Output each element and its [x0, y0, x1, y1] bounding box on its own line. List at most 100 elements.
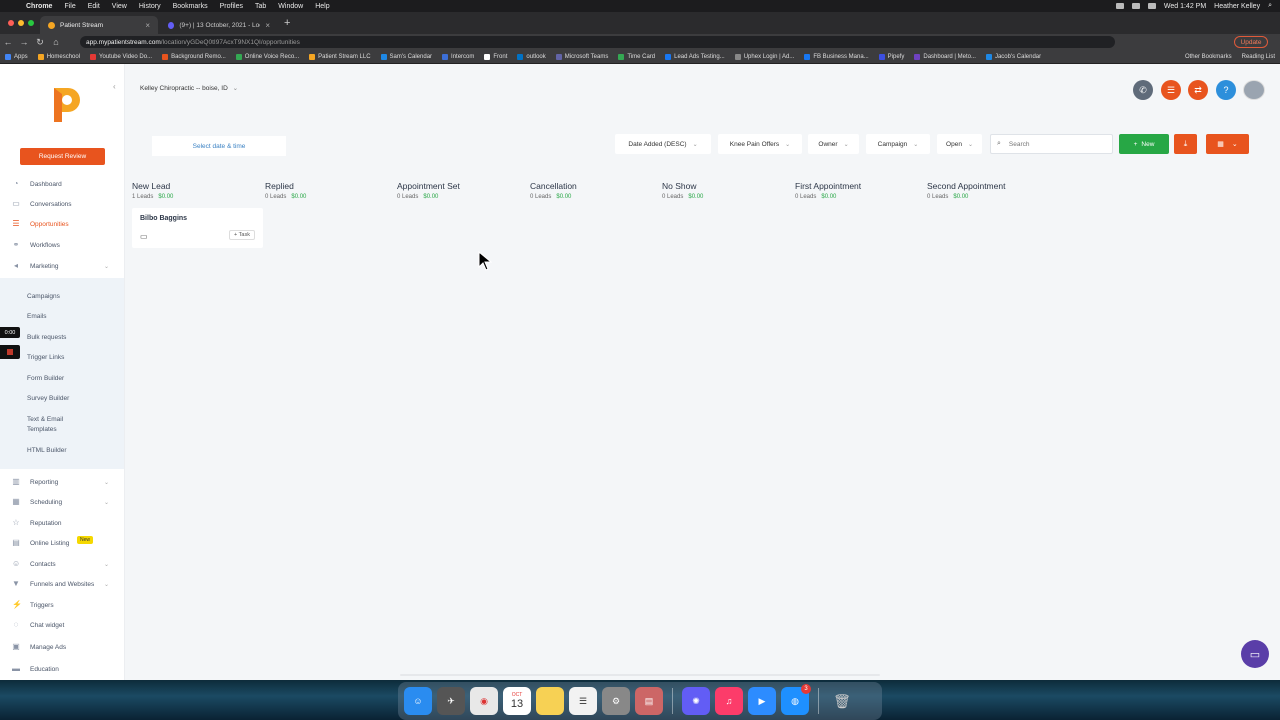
export-button[interactable]: ⤓: [1174, 134, 1197, 154]
search-input[interactable]: [1008, 140, 1099, 148]
tab-close-icon[interactable]: ×: [265, 21, 270, 30]
reload-icon[interactable]: ↻: [32, 37, 48, 48]
sidebar-item-reputation[interactable]: ☆ Reputation: [0, 516, 124, 530]
menu-edit[interactable]: Edit: [82, 3, 106, 10]
new-opportunity-button[interactable]: + New: [1119, 134, 1169, 154]
menu-tab[interactable]: Tab: [249, 3, 272, 10]
menu-help[interactable]: Help: [309, 3, 335, 10]
status-dropdown[interactable]: Open ⌄: [937, 134, 982, 154]
music-icon[interactable]: ♫: [715, 687, 743, 715]
battery-icon[interactable]: [1147, 3, 1156, 9]
submenu-text-email-templates[interactable]: Text & Email Templates: [27, 415, 82, 435]
trash-icon[interactable]: 🗑: [828, 687, 856, 715]
sidebar-item-contacts[interactable]: ☺ Contacts ⌄: [0, 557, 124, 571]
lead-name[interactable]: Bilbo Baggins: [140, 215, 187, 222]
sidebar-item-marketing[interactable]: ◂ Marketing ⌄: [0, 259, 124, 273]
menu-view[interactable]: View: [106, 3, 133, 10]
sidebar-item-workflows[interactable]: ⚭ Workflows: [0, 238, 124, 252]
bookmark-item[interactable]: FB Business Mana...: [799, 53, 873, 60]
help-button[interactable]: ?: [1216, 80, 1236, 100]
bookmark-item[interactable]: Online Voice Reco...: [231, 53, 304, 60]
date-range-picker[interactable]: Select date & time: [152, 136, 286, 156]
reminders-icon[interactable]: ☰: [569, 687, 597, 715]
submenu-html-builder[interactable]: HTML Builder: [27, 446, 67, 456]
sidebar-item-conversations[interactable]: ▭ Conversations: [0, 197, 124, 211]
menubar-clock[interactable]: Wed 1:42 PM: [1164, 3, 1206, 10]
owner-dropdown[interactable]: Owner ⌄: [808, 134, 859, 154]
sidebar-item-education[interactable]: ▬ Education: [0, 662, 124, 676]
bookmark-item[interactable]: Uphex Login | Ad...: [730, 53, 800, 60]
spotlight-icon[interactable]: ⌕: [1268, 2, 1272, 10]
submenu-campaigns[interactable]: Campaigns: [27, 292, 60, 302]
zoom-icon[interactable]: ▶: [748, 687, 776, 715]
menu-profiles[interactable]: Profiles: [214, 3, 249, 10]
horizontal-scrollbar[interactable]: [400, 674, 880, 676]
wifi-icon[interactable]: [1131, 3, 1140, 9]
request-review-button[interactable]: Request Review: [20, 148, 105, 165]
sidebar-item-chat-widget[interactable]: ◌ Chat widget: [0, 618, 124, 632]
menu-history[interactable]: History: [133, 3, 167, 10]
bookmark-item[interactable]: Dashboard | Meto...: [909, 53, 981, 60]
campaign-dropdown[interactable]: Campaign ⌄: [866, 134, 930, 154]
bookmark-item[interactable]: Youtube Video Do...: [85, 53, 157, 60]
sidebar-item-funnels-websites[interactable]: ▼ Funnels and Websites ⌄: [0, 577, 124, 591]
collapse-sidebar-icon[interactable]: ‹: [113, 82, 116, 91]
bookmark-item[interactable]: Patient Stream LLC: [304, 53, 375, 60]
bookmark-item[interactable]: Homeschool: [33, 53, 85, 60]
address-bar[interactable]: app.mypatientstream.com/location/yGDeQ0t…: [80, 36, 1115, 48]
bookmark-item[interactable]: Microsoft Teams: [551, 53, 614, 60]
tab-loom[interactable]: (9+) | 13 October, 2021 - Loom ×: [160, 16, 278, 34]
sidebar-item-online-listing[interactable]: ▤ Online Listing: [0, 536, 124, 550]
archive-utility-icon[interactable]: ▤: [635, 687, 663, 715]
bookmark-item[interactable]: Time Card: [613, 53, 660, 60]
window-close-icon[interactable]: [8, 20, 14, 26]
submenu-bulk-requests[interactable]: Bulk requests: [27, 333, 66, 343]
messenger-icon[interactable]: ◍ 3: [781, 684, 811, 715]
chrome-update-button[interactable]: Update: [1234, 36, 1268, 48]
home-icon[interactable]: ⌂: [48, 37, 64, 47]
submenu-survey-builder[interactable]: Survey Builder: [27, 394, 69, 404]
bookmark-item[interactable]: Lead Ads Testing...: [660, 53, 730, 60]
menu-app-name[interactable]: Chrome: [20, 3, 58, 10]
reading-list[interactable]: Reading List: [1237, 54, 1280, 60]
forward-icon[interactable]: →: [16, 37, 32, 47]
bookmark-item[interactable]: Front: [479, 53, 512, 60]
location-switcher[interactable]: Kelley Chiropractic -- boise, ID ⌄: [140, 84, 238, 92]
calendar-app-icon[interactable]: OCT 13: [503, 687, 531, 715]
bookmark-item[interactable]: Sam's Calendar: [376, 53, 438, 60]
window-minimize-icon[interactable]: [18, 20, 24, 26]
submenu-form-builder[interactable]: Form Builder: [27, 374, 64, 384]
back-icon[interactable]: ←: [0, 37, 16, 47]
opportunity-card[interactable]: Bilbo Baggins ▭ + Task: [132, 208, 263, 248]
sidebar-item-triggers[interactable]: ⚡ Triggers: [0, 598, 124, 612]
sidebar-item-dashboard[interactable]: ◔ Dashboard: [0, 177, 124, 191]
chrome-icon[interactable]: ◉: [470, 687, 498, 715]
new-tab-icon[interactable]: +: [284, 17, 290, 29]
support-chat-button[interactable]: ▭: [1241, 640, 1269, 668]
loom-timer-widget[interactable]: 0:00: [0, 327, 20, 338]
loom-stop-button[interactable]: [0, 345, 20, 359]
loom-icon[interactable]: ✺: [682, 687, 710, 715]
notes-icon[interactable]: [536, 687, 564, 715]
avatar[interactable]: [1243, 80, 1265, 100]
bookmark-item[interactable]: Pipefy: [874, 53, 910, 60]
add-task-button[interactable]: + Task: [229, 230, 255, 240]
pipeline-dropdown[interactable]: Knee Pain Offers ⌄: [718, 134, 802, 154]
menu-file[interactable]: File: [58, 3, 81, 10]
finder-icon[interactable]: ☺: [404, 687, 432, 715]
window-zoom-icon[interactable]: [28, 20, 34, 26]
sidebar-item-opportunities[interactable]: ☰ Opportunities: [0, 217, 124, 231]
tab-close-icon[interactable]: ×: [145, 21, 150, 30]
conversation-icon[interactable]: ▭: [140, 232, 148, 241]
phone-button[interactable]: ✆: [1133, 80, 1153, 100]
submenu-trigger-links[interactable]: Trigger Links: [27, 353, 64, 363]
switch-button[interactable]: ⇄: [1188, 80, 1208, 100]
bookmark-item[interactable]: outlook: [512, 53, 550, 60]
submenu-emails[interactable]: Emails: [27, 312, 47, 322]
other-bookmarks[interactable]: Other Bookmarks: [1180, 54, 1237, 60]
system-preferences-icon[interactable]: ⚙: [602, 687, 630, 715]
menu-bookmarks[interactable]: Bookmarks: [167, 3, 214, 10]
sidebar-item-reporting[interactable]: ▥ Reporting ⌄: [0, 475, 124, 489]
view-toggle-button[interactable]: ▦ ⌄: [1206, 134, 1249, 154]
bookmark-item[interactable]: Apps: [0, 53, 33, 60]
